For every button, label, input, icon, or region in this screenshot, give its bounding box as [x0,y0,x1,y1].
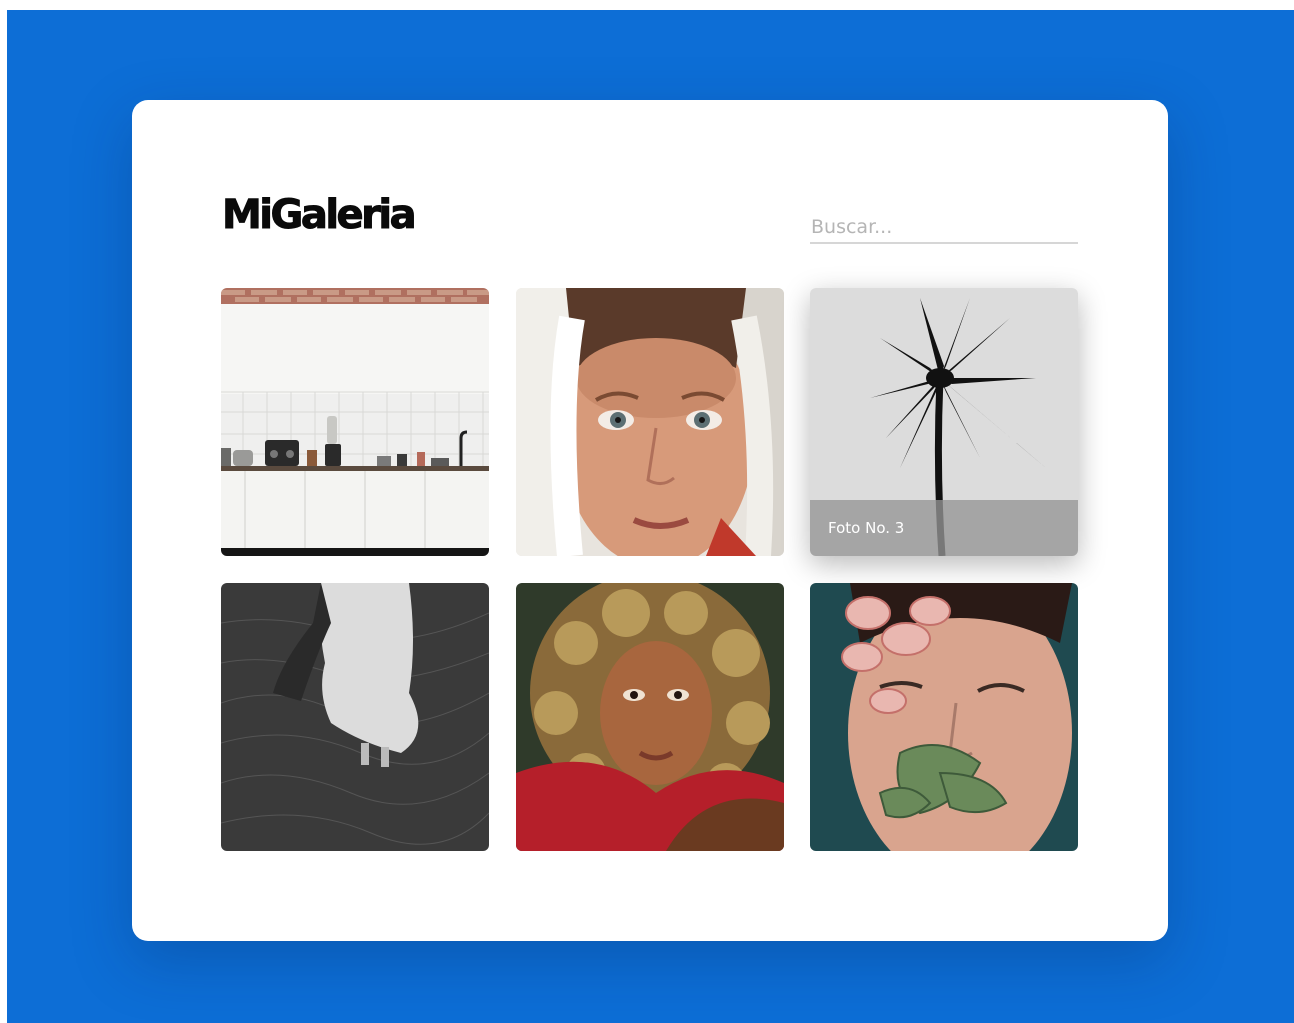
photo-tile-1[interactable] [221,288,489,556]
dress-grass-photo [221,583,489,851]
photo-tile-4[interactable] [221,583,489,851]
kitchen-photo [221,288,489,556]
search-input[interactable] [810,214,1078,244]
photo-tile-5[interactable] [516,583,784,851]
curly-hair-portrait-photo [516,583,784,851]
photo-caption: Foto No. 3 [810,500,1078,556]
child-portrait-photo [516,288,784,556]
photo-tile-3[interactable]: Foto No. 3 [810,288,1078,556]
photo-tile-6[interactable] [810,583,1078,851]
flower-face-photo [810,583,1078,851]
photo-tile-2[interactable] [516,288,784,556]
gallery-title: MiGaleria [221,192,417,239]
